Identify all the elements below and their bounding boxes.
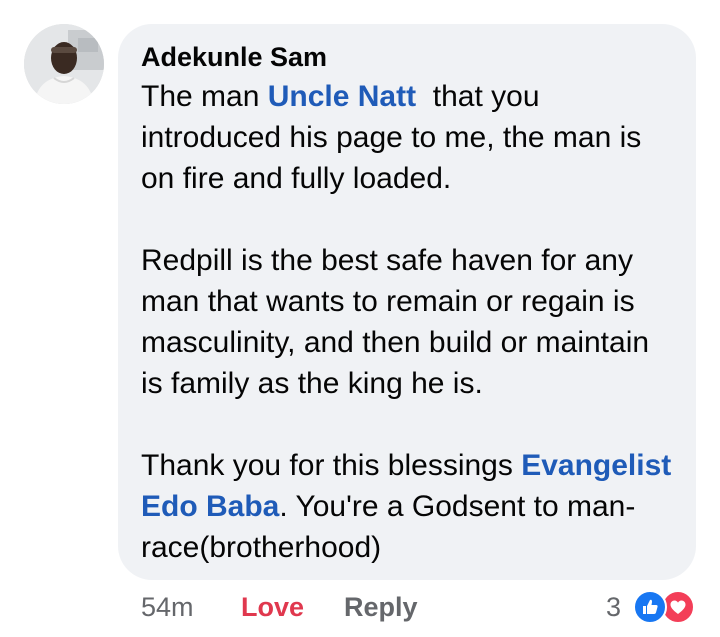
comment-bubble: Adekunle Sam The man Uncle Natt that you… xyxy=(118,24,696,580)
paragraph-1-text-start: The man xyxy=(141,80,268,113)
avatar-photo xyxy=(24,24,104,104)
reaction-count[interactable]: 3 xyxy=(606,590,621,624)
reaction-summary[interactable] xyxy=(633,590,697,624)
paragraph-3-text-start: Thank you for this blessings xyxy=(141,449,522,482)
like-icon xyxy=(633,590,667,624)
comment-timestamp[interactable]: 54m xyxy=(141,590,194,624)
avatar[interactable] xyxy=(24,24,104,104)
mention-link-uncle-natt[interactable]: Uncle Natt xyxy=(268,80,416,113)
love-reaction-button[interactable]: Love xyxy=(241,590,304,624)
comment-paragraph-3: Thank you for this blessings Evangelist … xyxy=(141,445,674,568)
comment-author[interactable]: Adekunle Sam xyxy=(141,40,674,74)
comment-paragraph-2: Redpill is the best safe haven for any m… xyxy=(141,244,650,400)
reply-button[interactable]: Reply xyxy=(344,590,418,624)
comment-paragraph-1: The man Uncle Natt that you introduced h… xyxy=(141,76,674,199)
